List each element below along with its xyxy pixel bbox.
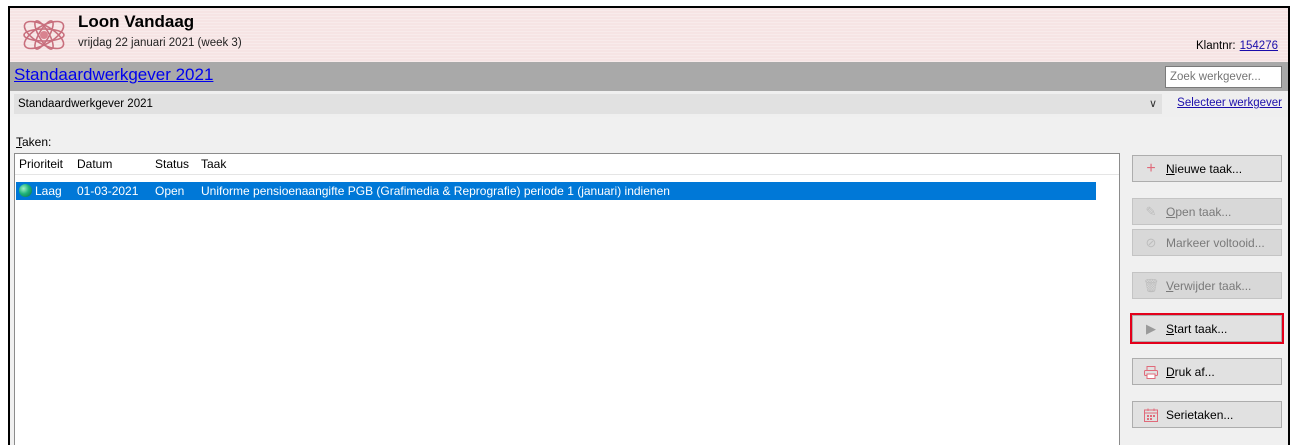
row-priority: Laag <box>35 184 62 198</box>
print-button[interactable]: Druk af... <box>1132 358 1282 385</box>
print-label: Druk af... <box>1166 365 1215 379</box>
employer-select-bar: Standaardwerkgever 2021 ∨ Selecteer werk… <box>10 91 1288 117</box>
loon-logo-icon <box>23 20 65 50</box>
column-header-date[interactable]: Datum <box>77 157 112 171</box>
app-header: Loon Vandaag vrijdag 22 januari 2021 (we… <box>10 8 1288 62</box>
trash-icon: 🗑 <box>1142 278 1160 293</box>
row-task: Uniforme pensioenaangifte PGB (Grafimedi… <box>201 184 670 198</box>
new-task-label: Nieuwe taak... <box>1166 162 1243 176</box>
table-row[interactable]: Laag 01-03-2021 Open Uniforme pensioenaa… <box>16 182 1096 200</box>
open-task-label: Open taak... <box>1166 205 1232 219</box>
client-number-link[interactable]: 154276 <box>1240 40 1278 52</box>
employer-title-link[interactable]: Standaardwerkgever 2021 <box>14 65 213 85</box>
row-date: 01-03-2021 <box>77 184 139 198</box>
edit-icon: ✎ <box>1145 204 1157 219</box>
check-circle-icon: ⊘ <box>1145 235 1157 250</box>
employer-select-value: Standaardwerkgever 2021 <box>18 98 153 110</box>
printer-icon <box>1143 364 1159 380</box>
tasks-label: Taken: <box>16 135 52 149</box>
play-icon: ▶ <box>1146 321 1156 336</box>
select-employer-link[interactable]: Selecteer werkgever <box>1177 97 1282 109</box>
delete-task-label: Verwijder taak... <box>1166 279 1252 293</box>
app-title: Loon Vandaag <box>78 12 195 31</box>
start-task-button[interactable]: ▶ Start taak... <box>1130 313 1284 344</box>
priority-globe-icon <box>19 184 32 197</box>
employer-bar: Standaardwerkgever 2021 <box>10 62 1288 91</box>
current-date: vrijdag 22 januari 2021 (week 3) <box>78 37 242 49</box>
mark-done-button[interactable]: ⊘ Markeer voltooid... <box>1132 229 1282 256</box>
new-task-button[interactable]: + Nieuwe taak... <box>1132 155 1282 182</box>
series-tasks-button[interactable]: Serietaken... <box>1132 401 1282 428</box>
column-header-status[interactable]: Status <box>155 157 189 171</box>
client-number: Klantnr: 154276 <box>1196 40 1278 52</box>
employer-search-input[interactable] <box>1165 66 1282 88</box>
chevron-down-icon: ∨ <box>1148 98 1157 110</box>
column-header-task[interactable]: Taak <box>201 157 226 171</box>
open-task-button[interactable]: ✎ Open taak... <box>1132 198 1282 225</box>
delete-task-button[interactable]: 🗑 Verwijder taak... <box>1132 272 1282 299</box>
client-number-label: Klantnr: <box>1195 40 1236 52</box>
row-status: Open <box>155 184 185 198</box>
plus-icon: + <box>1146 160 1156 177</box>
task-list-header: Prioriteit Datum Status Taak <box>15 154 1119 175</box>
column-header-priority[interactable]: Prioriteit <box>19 157 63 171</box>
task-list[interactable]: Prioriteit Datum Status Taak Laag 01-03-… <box>14 153 1120 445</box>
series-tasks-label: Serietaken... <box>1166 408 1234 422</box>
employer-select[interactable]: Standaardwerkgever 2021 ∨ <box>14 94 1162 114</box>
main-window: Loon Vandaag vrijdag 22 januari 2021 (we… <box>8 6 1290 445</box>
calendar-icon <box>1143 407 1159 423</box>
start-task-label: Start taak... <box>1166 322 1228 336</box>
mark-done-label: Markeer voltooid... <box>1166 236 1265 250</box>
